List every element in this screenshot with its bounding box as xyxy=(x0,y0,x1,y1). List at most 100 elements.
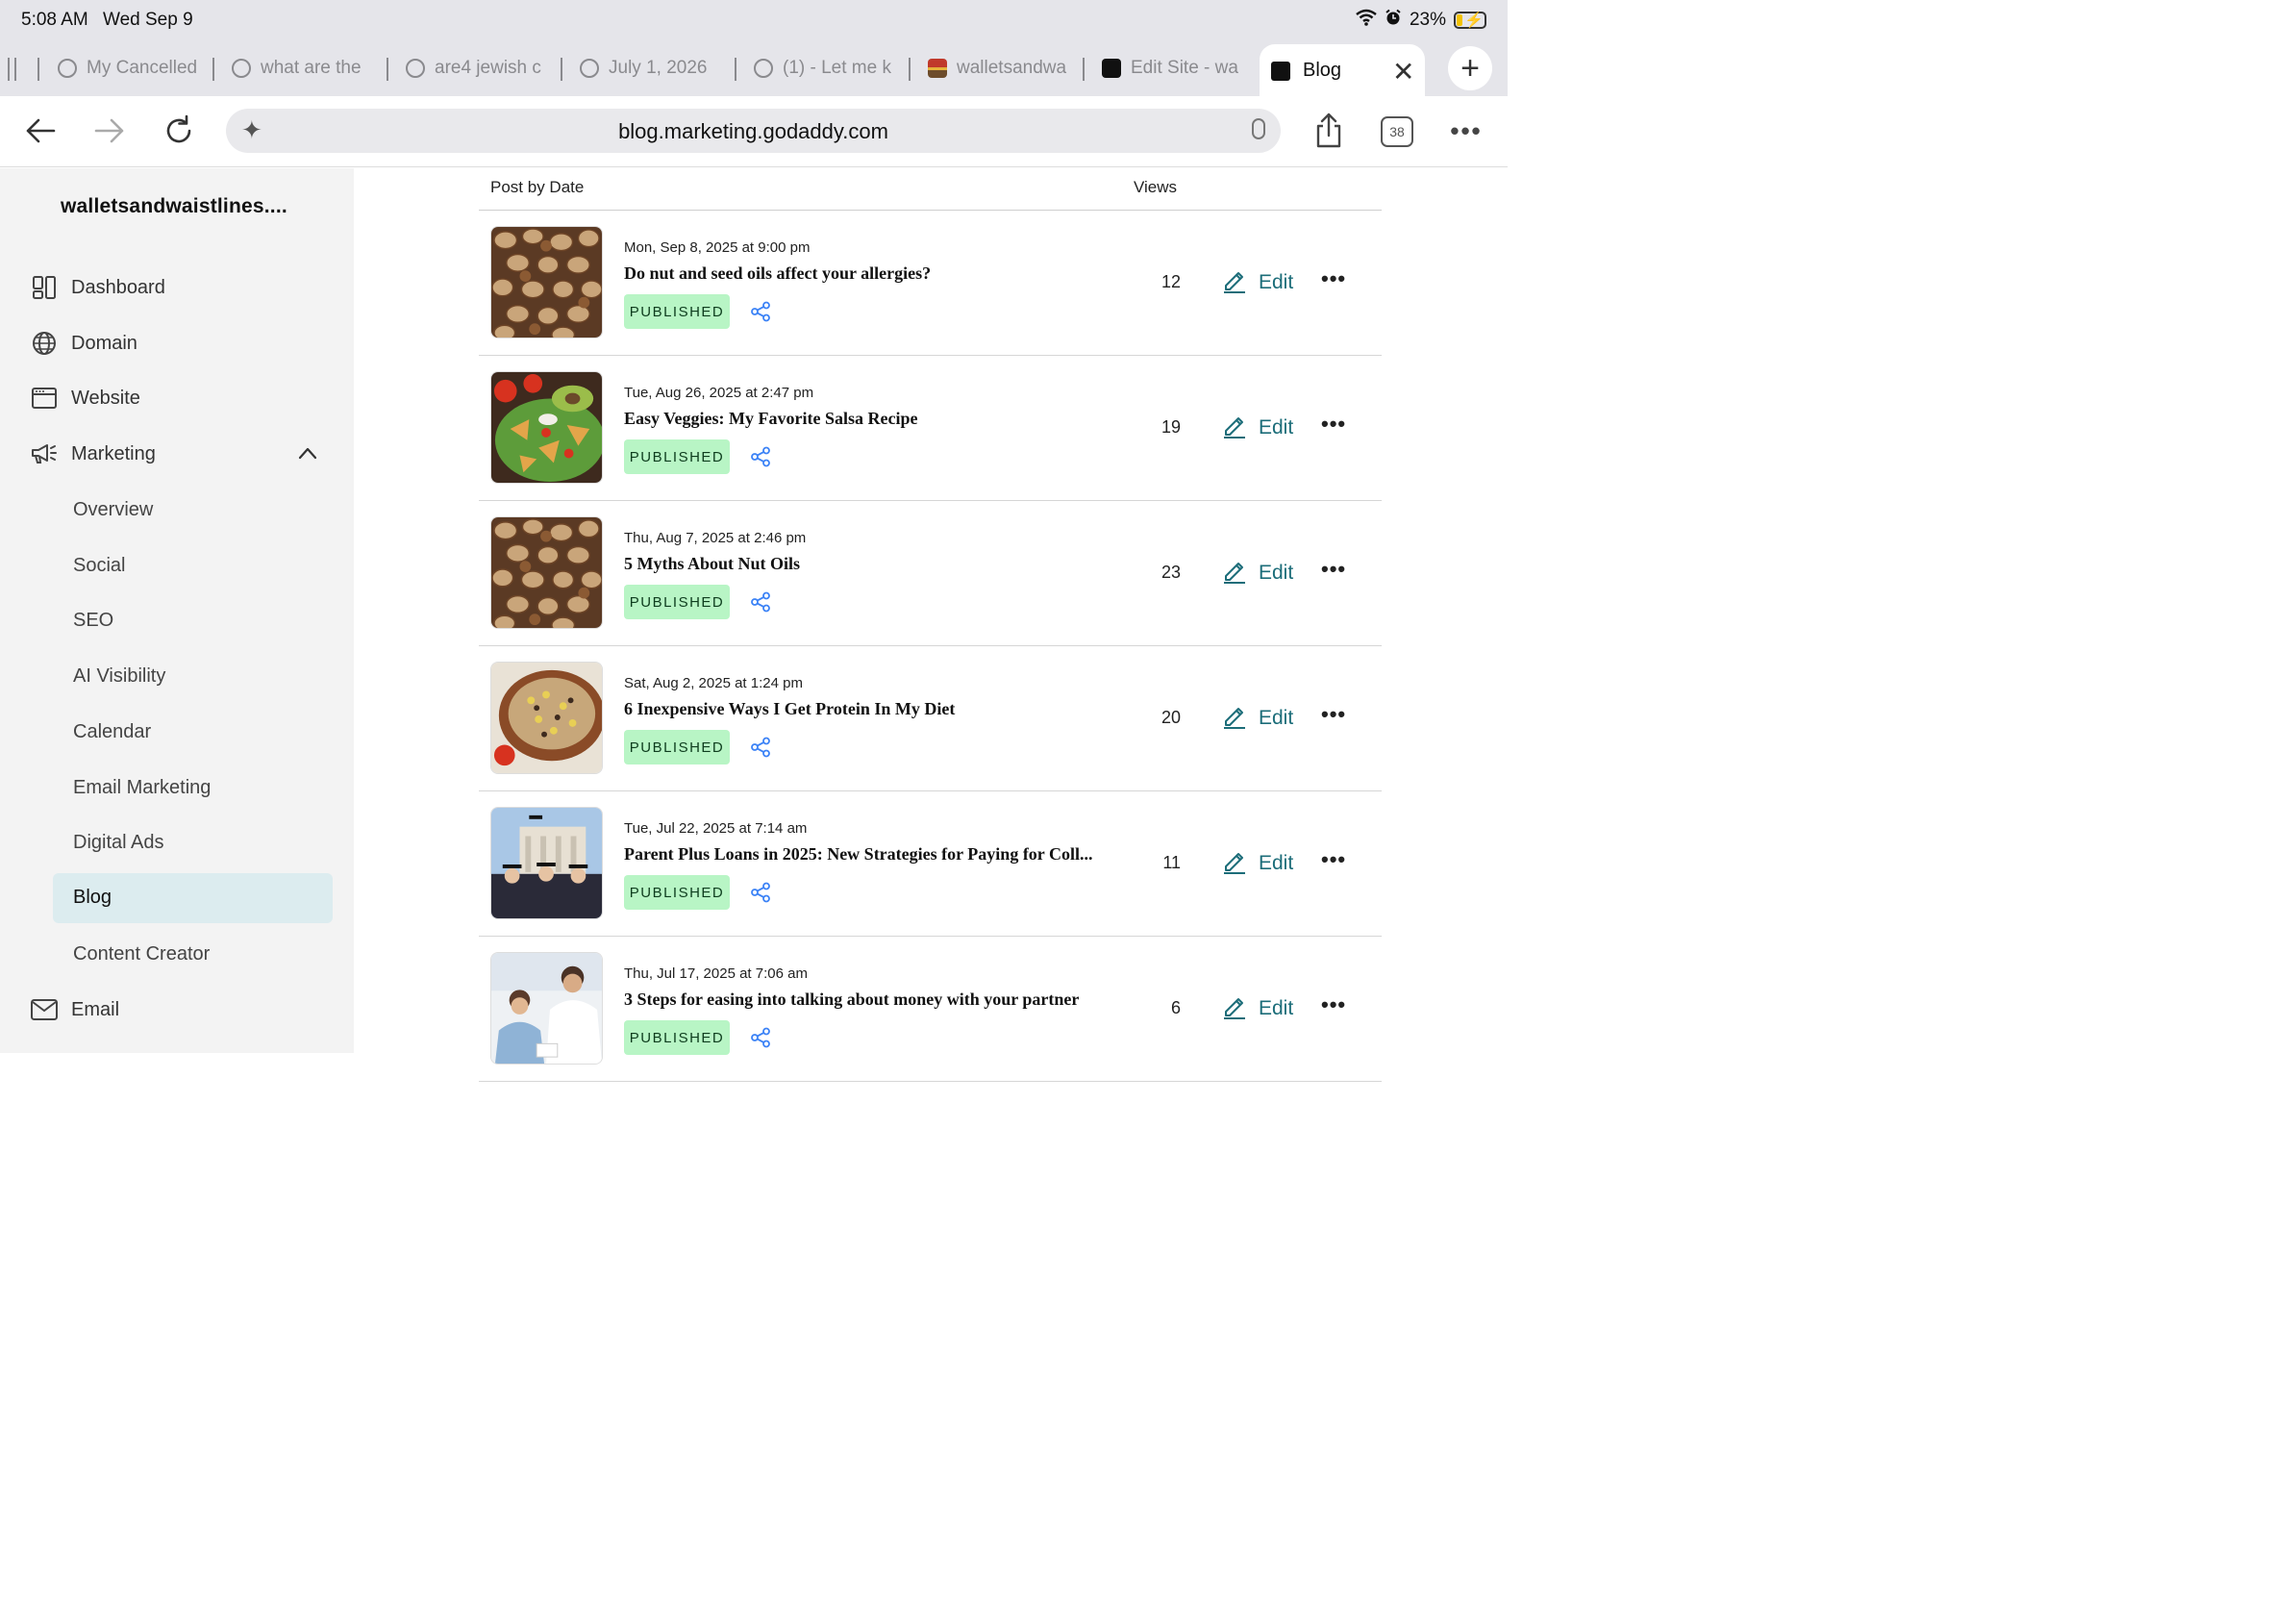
sidebar-item-ai-visibility[interactable]: AI Visibility xyxy=(73,665,165,688)
sidebar-item-seo[interactable]: SEO xyxy=(73,610,113,632)
battery-fill xyxy=(1457,14,1463,26)
post-title[interactable]: 5 Myths About Nut Oils xyxy=(624,554,1114,574)
share-icon[interactable] xyxy=(750,591,771,613)
share-page-button[interactable] xyxy=(1310,110,1348,152)
edit-button[interactable]: Edit xyxy=(1222,266,1293,299)
back-button[interactable] xyxy=(21,112,60,150)
tab-walletsandwaistlines[interactable]: walletsandwa xyxy=(928,50,1070,87)
edit-button[interactable]: Edit xyxy=(1222,412,1293,444)
tab-my-cancelled[interactable]: My Cancelled xyxy=(58,50,198,87)
tab-label: Blog xyxy=(1303,60,1342,81)
post-thumbnail[interactable] xyxy=(490,516,603,629)
tab-blog-active[interactable]: Blog ✕ xyxy=(1260,44,1425,98)
more-options-icon[interactable]: ••• xyxy=(1321,992,1346,1017)
post-thumbnail[interactable] xyxy=(490,371,603,484)
table-row[interactable]: Mon, Sep 8, 2025 at 9:00 pm Do nut and s… xyxy=(479,211,1382,356)
forward-button[interactable] xyxy=(90,112,129,150)
chevron-up-icon[interactable] xyxy=(298,443,317,465)
status-date: Wed Sep 9 xyxy=(103,10,193,30)
tab-july-1-2026[interactable]: July 1, 2026 xyxy=(580,50,722,87)
edit-label: Edit xyxy=(1259,997,1294,1019)
godaddy-favicon-icon xyxy=(1271,62,1290,81)
sidebar-item-dashboard[interactable]: Dashboard xyxy=(31,268,165,307)
post-date: Thu, Aug 7, 2025 at 2:46 pm xyxy=(624,530,807,546)
tab-edit-site[interactable]: Edit Site - wa xyxy=(1102,50,1244,87)
tab-label: July 1, 2026 xyxy=(609,58,708,78)
post-thumbnail[interactable] xyxy=(490,226,603,338)
status-time: 5:08 AM xyxy=(21,10,88,30)
tab-separator xyxy=(909,58,911,81)
post-thumbnail[interactable] xyxy=(490,952,603,1065)
sidebar-item-marketing[interactable]: Marketing xyxy=(31,435,156,473)
edit-button[interactable]: Edit xyxy=(1222,702,1293,735)
post-views: 6 xyxy=(1170,998,1181,1017)
edit-label: Edit xyxy=(1259,416,1294,439)
sidebar-item-email-marketing[interactable]: Email Marketing xyxy=(73,777,211,799)
godaddy-favicon-icon xyxy=(1102,59,1121,78)
share-icon[interactable] xyxy=(750,737,771,758)
globe-icon xyxy=(58,59,77,78)
table-row[interactable]: Thu, Jul 17, 2025 at 7:06 am 3 Steps for… xyxy=(479,937,1382,1082)
sidebar-item-calendar[interactable]: Calendar xyxy=(73,721,151,743)
address-bar[interactable]: ✦ blog.marketing.godaddy.com xyxy=(226,109,1281,153)
column-header-views[interactable]: Views xyxy=(1134,178,1177,197)
more-options-icon[interactable]: ••• xyxy=(1447,112,1485,150)
status-bar: 5:08 AM Wed Sep 9 23% ⚡ xyxy=(0,0,1508,40)
share-icon[interactable] xyxy=(750,446,771,467)
tab-overview-button[interactable]: 38 xyxy=(1381,116,1413,147)
tab-separator xyxy=(387,58,388,81)
edit-button[interactable]: Edit xyxy=(1222,847,1293,880)
column-header-post-by-date[interactable]: Post by Date xyxy=(490,178,584,197)
more-options-icon[interactable]: ••• xyxy=(1321,266,1346,291)
tab-label: My Cancelled xyxy=(87,58,198,78)
reload-button[interactable] xyxy=(160,112,198,150)
share-icon[interactable] xyxy=(750,882,771,903)
share-icon[interactable] xyxy=(750,301,771,322)
sidebar-item-social[interactable]: Social xyxy=(73,555,125,577)
status-badge: PUBLISHED xyxy=(624,730,730,764)
post-title[interactable]: 6 Inexpensive Ways I Get Protein In My D… xyxy=(624,699,1114,719)
more-options-icon[interactable]: ••• xyxy=(1321,847,1346,872)
share-icon[interactable] xyxy=(750,1027,771,1048)
post-thumbnail[interactable] xyxy=(490,807,603,919)
more-options-icon[interactable]: ••• xyxy=(1321,557,1346,582)
sidebar-item-digital-ads[interactable]: Digital Ads xyxy=(73,832,164,854)
tab-let-me-know[interactable]: (1) - Let me k xyxy=(754,50,896,87)
table-row[interactable]: Tue, Jul 22, 2025 at 7:14 am Parent Plus… xyxy=(479,791,1382,937)
sidebar-item-blog[interactable]: Blog xyxy=(53,873,333,923)
table-row[interactable]: Sat, Aug 2, 2025 at 1:24 pm 6 Inexpensiv… xyxy=(479,646,1382,791)
post-title[interactable]: Parent Plus Loans in 2025: New Strategie… xyxy=(624,844,1114,865)
post-title[interactable]: Easy Veggies: My Favorite Salsa Recipe xyxy=(624,409,1114,429)
sidebar-item-overview[interactable]: Overview xyxy=(73,499,153,521)
sidebar-item-website[interactable]: Website xyxy=(31,379,140,417)
edit-label: Edit xyxy=(1259,562,1294,584)
edit-button[interactable]: Edit xyxy=(1222,557,1293,589)
new-tab-button[interactable]: + xyxy=(1448,46,1492,90)
more-options-icon[interactable]: ••• xyxy=(1321,702,1346,727)
edit-button[interactable]: Edit xyxy=(1222,992,1293,1025)
post-thumbnail[interactable] xyxy=(490,662,603,774)
sidebar-item-label: Domain xyxy=(71,332,137,354)
browser-toolbar: ✦ blog.marketing.godaddy.com 38 ••• xyxy=(0,96,1508,167)
table-row[interactable]: Thu, Aug 7, 2025 at 2:46 pm 5 Myths Abou… xyxy=(479,501,1382,646)
url-text[interactable]: blog.marketing.godaddy.com xyxy=(226,119,1281,144)
microphone-icon[interactable] xyxy=(1252,118,1265,139)
table-row[interactable]: Tue, Aug 26, 2025 at 2:47 pm Easy Veggie… xyxy=(479,356,1382,501)
sidebar-item-content-creator[interactable]: Content Creator xyxy=(73,943,210,965)
tab-label: are4 jewish c xyxy=(435,58,541,78)
close-tab-icon[interactable]: ✕ xyxy=(1392,56,1414,88)
battery-icon: ⚡ xyxy=(1454,12,1486,29)
site-name[interactable]: walletsandwaistlines.... xyxy=(61,195,287,218)
more-options-icon[interactable]: ••• xyxy=(1321,412,1346,437)
status-indicators: 23% ⚡ xyxy=(1356,9,1486,32)
post-title[interactable]: 3 Steps for easing into talking about mo… xyxy=(624,990,1114,1010)
status-badge: PUBLISHED xyxy=(624,585,730,619)
tab-are4-jewish[interactable]: are4 jewish c xyxy=(406,50,548,87)
sidebar-item-domain[interactable]: Domain xyxy=(31,324,137,363)
post-title[interactable]: Do nut and seed oils affect your allergi… xyxy=(624,263,1114,284)
edit-label: Edit xyxy=(1259,852,1294,874)
tab-what-are-the[interactable]: what are the xyxy=(232,50,374,87)
sidebar-item-email[interactable]: Email xyxy=(31,990,119,1029)
status-badge: PUBLISHED xyxy=(624,294,730,329)
tab-separator xyxy=(8,58,10,81)
